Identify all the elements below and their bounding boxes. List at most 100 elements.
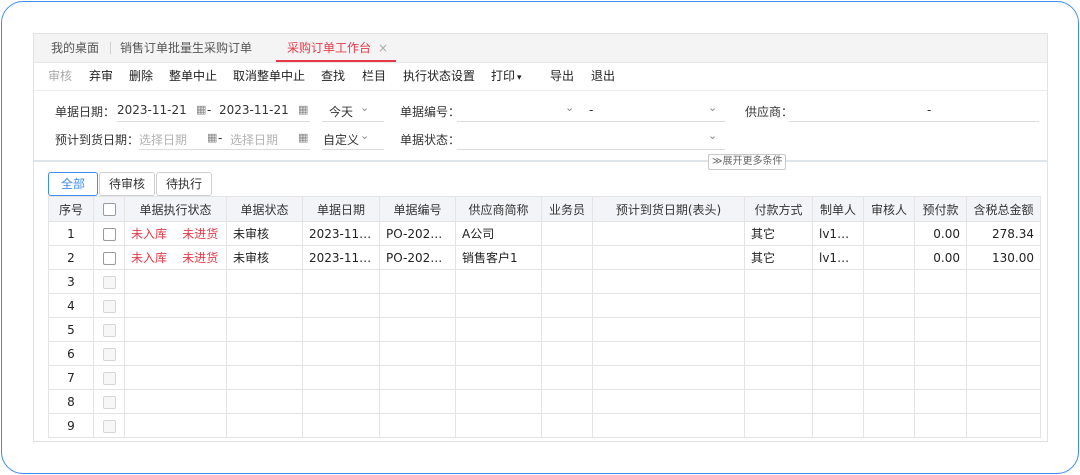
col-header-supplier[interactable]: 供应商简称 <box>455 196 542 222</box>
col-header-clerk[interactable]: 业务员 <box>541 196 593 222</box>
calendar-icon[interactable]: ▦ <box>298 131 308 144</box>
cancel-stop-order-button[interactable]: 取消整单中止 <box>233 63 305 90</box>
supplier-underline <box>789 121 1039 122</box>
columns-button[interactable]: 栏目 <box>362 63 386 90</box>
period-select-today[interactable]: 今天 <box>329 103 353 120</box>
tab-desktop[interactable]: 我的桌面 <box>51 34 99 62</box>
chevron-down-icon[interactable]: ⌄ <box>360 129 369 142</box>
row-no: 6 <box>48 341 94 366</box>
doc-date-to[interactable]: 2023-11-21 <box>219 103 289 117</box>
row-select <box>93 413 125 438</box>
expected-date-label: 预计到货日期： <box>55 133 140 147</box>
segment-all[interactable]: 全部 <box>48 172 98 196</box>
col-header-auditor[interactable]: 审核人 <box>863 196 915 222</box>
row-checkbox[interactable] <box>102 251 116 265</box>
expand-more-label: 展开更多条件 <box>722 156 783 167</box>
col-header-exec-status[interactable]: 单据执行状态 <box>124 196 227 222</box>
tab-sales-to-purchase[interactable]: 销售订单批量生采购订单 <box>120 34 252 62</box>
row-select <box>93 317 125 342</box>
col-header-total[interactable]: 含税总金额 <box>966 196 1041 222</box>
row-doc-status: 未审核 <box>226 245 303 270</box>
tab-purchase-workbench[interactable]: 采购订单工作台 <box>287 34 371 62</box>
row-checkbox <box>102 347 116 361</box>
row-clerk <box>541 245 593 270</box>
unaudit-button[interactable]: 弃审 <box>89 63 113 90</box>
chevron-down-icon[interactable]: ⌄ <box>565 101 574 114</box>
col-header-payment[interactable]: 付款方式 <box>744 196 813 222</box>
exit-button[interactable]: 退出 <box>591 63 615 90</box>
chevron-down-icon[interactable]: ⌄ <box>360 101 369 114</box>
chevron-down-icon: ▾ <box>517 73 522 83</box>
exec-status-settings-button[interactable]: 执行状态设置 <box>403 63 475 90</box>
row-no: 2 <box>48 245 94 270</box>
row-select <box>93 389 125 414</box>
doc-no-label: 单据编号： <box>400 105 461 119</box>
col-header-doc-status[interactable]: 单据状态 <box>226 196 303 222</box>
row-prepay: 0.00 <box>914 221 967 246</box>
col-header-eta[interactable]: 预计到货日期(表头) <box>592 196 745 222</box>
print-label: 打印 <box>491 69 516 83</box>
row-doc-no[interactable]: PO-2023-… <box>379 245 456 270</box>
row-doc-date: 2023-11-21 <box>302 245 380 270</box>
row-doc-no[interactable]: PO-2023-… <box>379 221 456 246</box>
col-header-select[interactable] <box>93 196 125 222</box>
print-button[interactable]: 打印 ▾ <box>491 63 522 90</box>
row-checkbox <box>102 371 116 385</box>
orders-table: 序号 单据执行状态 单据状态 单据日期 单据编号 供应商简称 业务员 预计到货日… <box>48 196 1041 438</box>
supplier-dash: - <box>927 103 932 117</box>
audit-button[interactable]: 审核 <box>48 63 72 90</box>
col-header-prepay[interactable]: 预付款 <box>914 196 967 222</box>
row-maker: lv1员工 <box>812 221 864 246</box>
expected-date-from[interactable]: 选择日期 <box>139 131 187 148</box>
find-button[interactable]: 查找 <box>321 63 345 90</box>
col-header-no[interactable]: 序号 <box>48 196 94 222</box>
row-total: 278.34 <box>966 221 1041 246</box>
row-select[interactable] <box>93 245 125 270</box>
row-doc-status: 未审核 <box>226 221 303 246</box>
period-select-custom[interactable]: 自定义 <box>323 131 359 148</box>
calendar-icon[interactable]: ▦ <box>298 103 308 116</box>
exec-status-not-stocked: 未入库 <box>131 227 168 241</box>
col-header-doc-no[interactable]: 单据编号 <box>379 196 456 222</box>
row-eta <box>592 245 745 270</box>
row-supplier: 销售客户1 <box>455 245 542 270</box>
doc-date-underline <box>117 121 310 122</box>
chevron-down-icon[interactable]: ⌄ <box>708 101 717 114</box>
select-all-checkbox[interactable] <box>102 203 116 216</box>
row-no: 3 <box>48 269 94 294</box>
table-row: 3 <box>48 269 1041 294</box>
row-auditor <box>863 221 915 246</box>
tab-separator <box>110 42 111 54</box>
calendar-icon[interactable]: ▦ <box>196 103 206 116</box>
table-row: 7 <box>48 365 1041 390</box>
export-button[interactable]: 导出 <box>550 63 574 90</box>
chevron-down-icon[interactable]: ⌄ <box>708 129 717 142</box>
col-header-maker[interactable]: 制单人 <box>812 196 864 222</box>
row-checkbox[interactable] <box>102 227 116 241</box>
close-icon[interactable]: × <box>378 34 388 62</box>
table-row: 9 <box>48 413 1041 438</box>
table-row: 8 <box>48 389 1041 414</box>
row-select[interactable] <box>93 221 125 246</box>
doc-date-from[interactable]: 2023-11-21 <box>117 103 187 117</box>
row-doc-date: 2023-11-21 <box>302 221 380 246</box>
row-eta <box>592 221 745 246</box>
active-tab-underline <box>276 60 396 62</box>
table-row[interactable]: 2 未入库 未进货 未审核 2023-11-21 PO-2023-… 销售客户1… <box>48 245 1041 270</box>
row-select <box>93 365 125 390</box>
double-chevron-icon: ≫ <box>712 156 723 167</box>
row-select <box>93 293 125 318</box>
expected-date-to[interactable]: 选择日期 <box>230 131 278 148</box>
table-row[interactable]: 1 未入库 未进货 未审核 2023-11-21 PO-2023-… A公司 其… <box>48 221 1041 246</box>
segment-pending-audit[interactable]: 待审核 <box>99 172 155 196</box>
delete-button[interactable]: 删除 <box>129 63 153 90</box>
calendar-icon[interactable]: ▦ <box>207 131 217 144</box>
row-checkbox <box>102 419 116 433</box>
stop-order-button[interactable]: 整单中止 <box>169 63 217 90</box>
expand-more-conditions-button[interactable]: ≫展开更多条件 <box>708 154 787 170</box>
col-header-doc-date[interactable]: 单据日期 <box>302 196 380 222</box>
doc-status-label: 单据状态： <box>400 133 461 147</box>
row-checkbox <box>102 395 116 409</box>
period-underline <box>322 121 384 122</box>
segment-pending-execution[interactable]: 待执行 <box>156 172 212 196</box>
